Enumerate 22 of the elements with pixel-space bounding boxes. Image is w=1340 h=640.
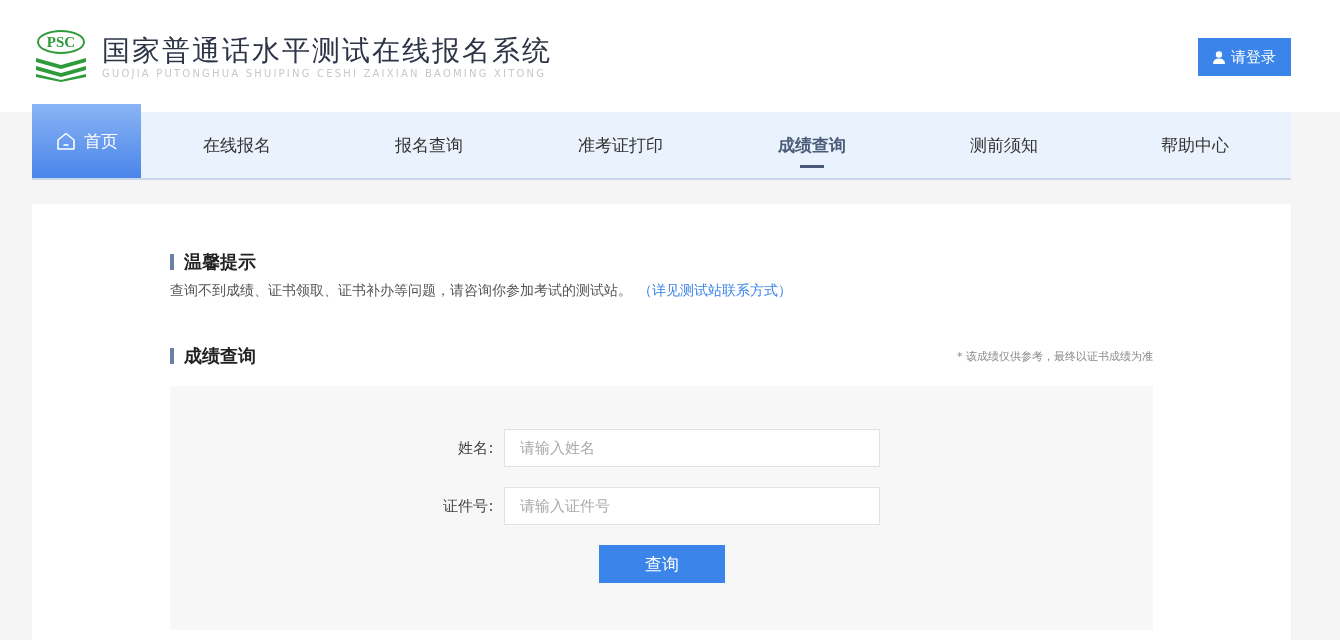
login-button[interactable]: 请登录	[1198, 38, 1291, 76]
field-label: 证件号:	[442, 496, 494, 516]
home-icon	[55, 131, 76, 151]
nav-tab[interactable]: 准考证打印	[524, 112, 716, 178]
score-note: * 该成绩仅供参考，最终以证书成绩为准	[957, 348, 1153, 364]
input-field[interactable]: 请输入证件号	[503, 487, 880, 525]
user-icon	[1213, 50, 1225, 64]
book-stack-icon	[34, 56, 88, 82]
nav-tab[interactable]: 帮助中心	[1099, 112, 1292, 178]
logo-text: PSC	[36, 30, 86, 54]
field-label: 姓名:	[457, 438, 494, 458]
input-field[interactable]: 请输入姓名	[503, 429, 880, 467]
section-heading: 温馨提示	[170, 254, 1153, 270]
site-title: 国家普通话水平测试在线报名系统	[102, 33, 552, 68]
nav-tab[interactable]: 报名查询	[332, 112, 525, 178]
nav-tab[interactable]: 在线报名	[141, 112, 333, 178]
query-button[interactable]: 查询	[598, 545, 725, 583]
nav-tab[interactable]: 测前须知	[907, 112, 1100, 178]
section-heading: 成绩查询	[170, 348, 256, 364]
notice-text: 查询不到成绩、证书领取、证书补办等问题，请咨询你参加考试的测试站。 （详见测试站联系方式）	[170, 282, 793, 300]
nav-tab[interactable]: 成绩查询	[716, 112, 908, 178]
contact-link[interactable]: （详见测试站联系方式）	[638, 282, 792, 298]
